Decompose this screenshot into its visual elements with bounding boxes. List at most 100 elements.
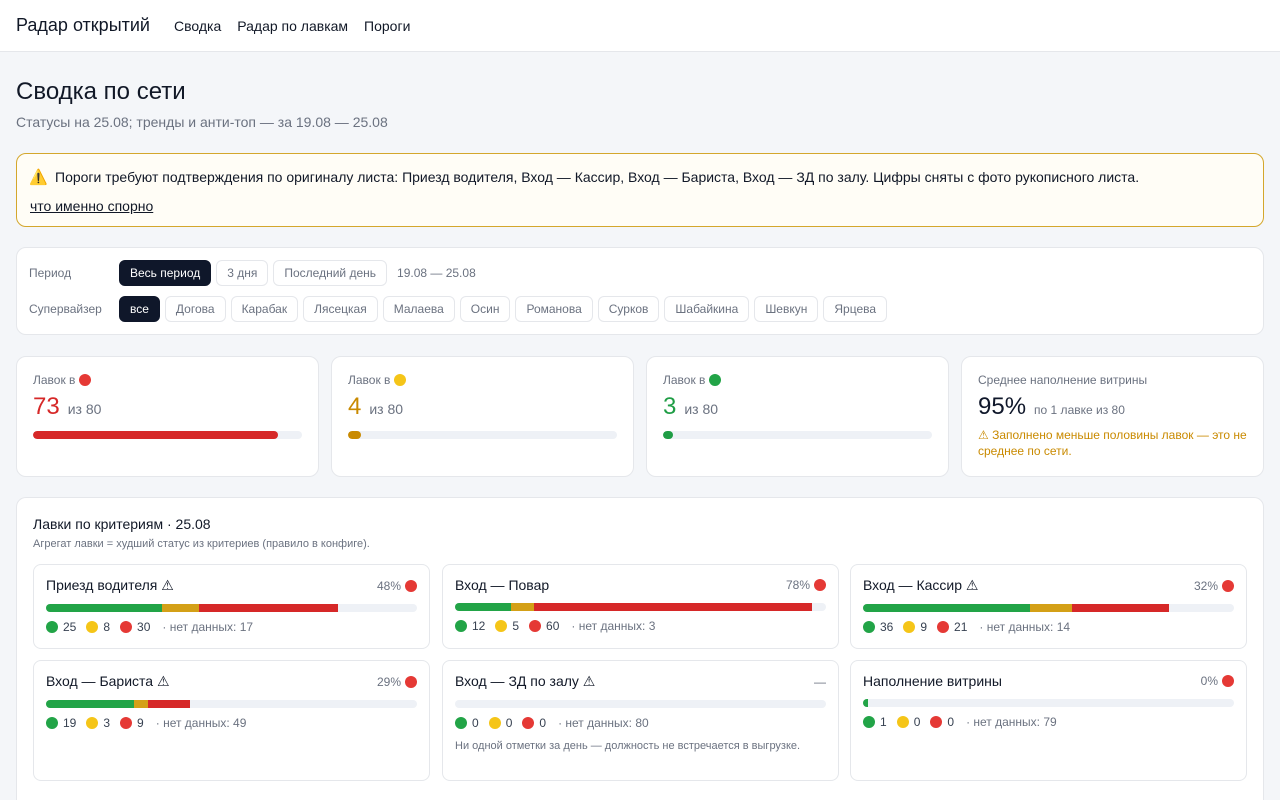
red-count-value: 30 bbox=[137, 620, 151, 634]
criterion-percent-value: 0% bbox=[1200, 674, 1218, 688]
no-data-label: · нет данных: bbox=[979, 620, 1054, 634]
criterion-counts: 19 3 9 · нет данных: 49 bbox=[46, 716, 417, 730]
yellow-count: 8 bbox=[86, 620, 110, 634]
kpi-yellow-bar-fill bbox=[348, 431, 362, 439]
supervisor-chip[interactable]: Шевкун bbox=[754, 296, 819, 322]
criterion-stacked-bar bbox=[863, 699, 1234, 707]
red-status-icon bbox=[814, 579, 826, 591]
red-status-icon bbox=[405, 675, 417, 688]
yellow-count-value: 3 bbox=[103, 716, 111, 730]
nav-link-radar-by-store[interactable]: Радар по лавкам bbox=[237, 18, 348, 34]
kpi-green-stores: Лавок в 3 из 80 bbox=[646, 356, 949, 477]
no-data-label: · нет данных: bbox=[162, 620, 237, 634]
criterion-name: Вход — Кассир ⚠ bbox=[863, 577, 979, 593]
criterion-card: Приезд водителя ⚠ 48% 25 8 30 · нет данных: 1… bbox=[33, 564, 430, 649]
green-status-icon bbox=[46, 717, 58, 729]
yellow-count-value: 9 bbox=[920, 620, 928, 634]
supervisor-chip[interactable]: Романова bbox=[515, 296, 593, 322]
period-chip[interactable]: 3 дня bbox=[216, 260, 269, 286]
no-data-label: · нет данных: bbox=[155, 716, 230, 730]
criteria-subtitle: Агрегат лавки = худший статус из критери… bbox=[33, 538, 370, 550]
supervisor-chip[interactable]: Лясецкая bbox=[303, 296, 378, 322]
criterion-name: Вход — Бариста ⚠ bbox=[46, 673, 170, 689]
red-status-icon bbox=[79, 374, 92, 386]
period-chip[interactable]: Последний день bbox=[273, 260, 388, 286]
kpi-yellow-value: 4 bbox=[348, 393, 362, 420]
kpi-green-total: из 80 bbox=[684, 401, 719, 417]
red-count: 30 bbox=[120, 620, 150, 634]
green-segment bbox=[46, 604, 162, 612]
criterion-percent: 32% bbox=[1194, 579, 1234, 593]
supervisor-chip[interactable]: Сурков bbox=[597, 296, 660, 322]
green-status-icon bbox=[455, 717, 467, 729]
yellow-count-value: 5 bbox=[512, 619, 520, 633]
supervisor-chip[interactable]: Ярцева bbox=[823, 296, 888, 322]
criterion-percent-value: 32% bbox=[1193, 578, 1218, 593]
green-status-icon bbox=[863, 621, 875, 633]
supervisor-chip[interactable]: Шабайкина bbox=[664, 296, 750, 322]
supervisor-chip[interactable]: Малаева bbox=[382, 296, 455, 322]
criterion-stacked-bar bbox=[46, 604, 417, 612]
criterion-stacked-bar bbox=[455, 603, 826, 611]
criterion-name: Вход — Повар bbox=[455, 577, 550, 593]
supervisor-chip[interactable]: все bbox=[119, 296, 160, 322]
yellow-count: 5 bbox=[495, 619, 519, 633]
app-brand[interactable]: Радар открытий bbox=[16, 15, 150, 36]
criterion-percent: 78% bbox=[786, 578, 826, 592]
nav-link-thresholds[interactable]: Пороги bbox=[364, 18, 410, 34]
criterion-card-header: Наполнение витрины 0% bbox=[863, 673, 1234, 689]
green-count-value: 36 bbox=[880, 620, 894, 634]
criterion-card: Вход — Бариста ⚠ 29% 19 3 9 · нет данных: 49 bbox=[33, 660, 430, 781]
no-data-count: · нет данных: 17 bbox=[162, 620, 253, 634]
red-status-icon bbox=[120, 621, 133, 633]
red-status-icon bbox=[405, 579, 417, 592]
kpi-red-value: 73 bbox=[33, 393, 60, 420]
yellow-count: 9 bbox=[903, 620, 927, 634]
kpi-fill-sub: по 1 лавке из 80 bbox=[1034, 403, 1125, 417]
criterion-stacked-bar bbox=[455, 700, 826, 708]
yellow-status-icon bbox=[495, 620, 508, 632]
red-status-icon bbox=[529, 620, 542, 632]
yellow-segment bbox=[1029, 604, 1072, 612]
green-count: 25 bbox=[46, 620, 76, 634]
yellow-status-icon bbox=[488, 717, 501, 729]
disputed-details-link[interactable]: что именно спорно bbox=[30, 198, 153, 214]
thresholds-warning-banner: ⚠️ Пороги требуют подтверждения по ориги… bbox=[16, 153, 1264, 227]
criterion-percent-value: 48% bbox=[376, 578, 401, 593]
red-segment bbox=[533, 603, 813, 611]
red-status-icon bbox=[120, 717, 133, 729]
kpi-showcase-fill: Среднее наполнение витрины 95% по 1 лавк… bbox=[961, 356, 1264, 477]
kpi-fill-label: Среднее наполнение витрины bbox=[978, 373, 1148, 387]
green-count: 19 bbox=[46, 716, 76, 730]
no-data-count: · нет данных: 14 bbox=[979, 620, 1070, 634]
yellow-segment bbox=[510, 603, 534, 611]
green-segment bbox=[863, 699, 868, 707]
green-count-value: 1 bbox=[880, 715, 887, 729]
page-title: Сводка по сети bbox=[16, 78, 186, 105]
criterion-note: Ни одной отметки за день — должность не … bbox=[455, 740, 801, 752]
no-data-label: · нет данных: bbox=[966, 715, 1041, 729]
no-data-label: · нет данных: bbox=[558, 716, 633, 730]
supervisor-chip[interactable]: Догова bbox=[164, 296, 226, 322]
supervisor-filter: Супервайзер все Догова Карабак Лясецкая Мала… bbox=[29, 296, 892, 322]
kpi-yellow-stores: Лавок в 4 из 80 bbox=[331, 356, 634, 477]
no-data-label: · нет данных: bbox=[571, 619, 646, 633]
no-data-value: 17 bbox=[239, 620, 254, 634]
supervisor-chip[interactable]: Карабак bbox=[230, 296, 299, 322]
criterion-card: Вход — Повар 78% 12 5 60 · нет данных: 3 bbox=[442, 564, 839, 649]
criterion-percent-value: — bbox=[814, 674, 826, 689]
yellow-segment bbox=[134, 700, 149, 708]
supervisor-chip[interactable]: Осин bbox=[459, 296, 511, 322]
warning-text: Пороги требуют подтверждения по оригинал… bbox=[55, 169, 1140, 185]
green-segment bbox=[455, 603, 511, 611]
period-chip[interactable]: Весь период bbox=[119, 260, 212, 286]
yellow-count: 0 bbox=[896, 715, 920, 729]
nav-link-summary[interactable]: Сводка bbox=[174, 18, 221, 34]
criterion-counts: 25 8 30 · нет данных: 17 bbox=[46, 620, 417, 634]
kpi-red-bar-fill bbox=[33, 431, 279, 439]
yellow-count: 3 bbox=[86, 716, 110, 730]
no-data-count: · нет данных: 79 bbox=[966, 715, 1057, 729]
no-data-count: · нет данных: 80 bbox=[558, 716, 649, 730]
criterion-counts: 1 0 0 · нет данных: 79 bbox=[863, 715, 1234, 729]
red-count-value: 0 bbox=[947, 715, 955, 729]
